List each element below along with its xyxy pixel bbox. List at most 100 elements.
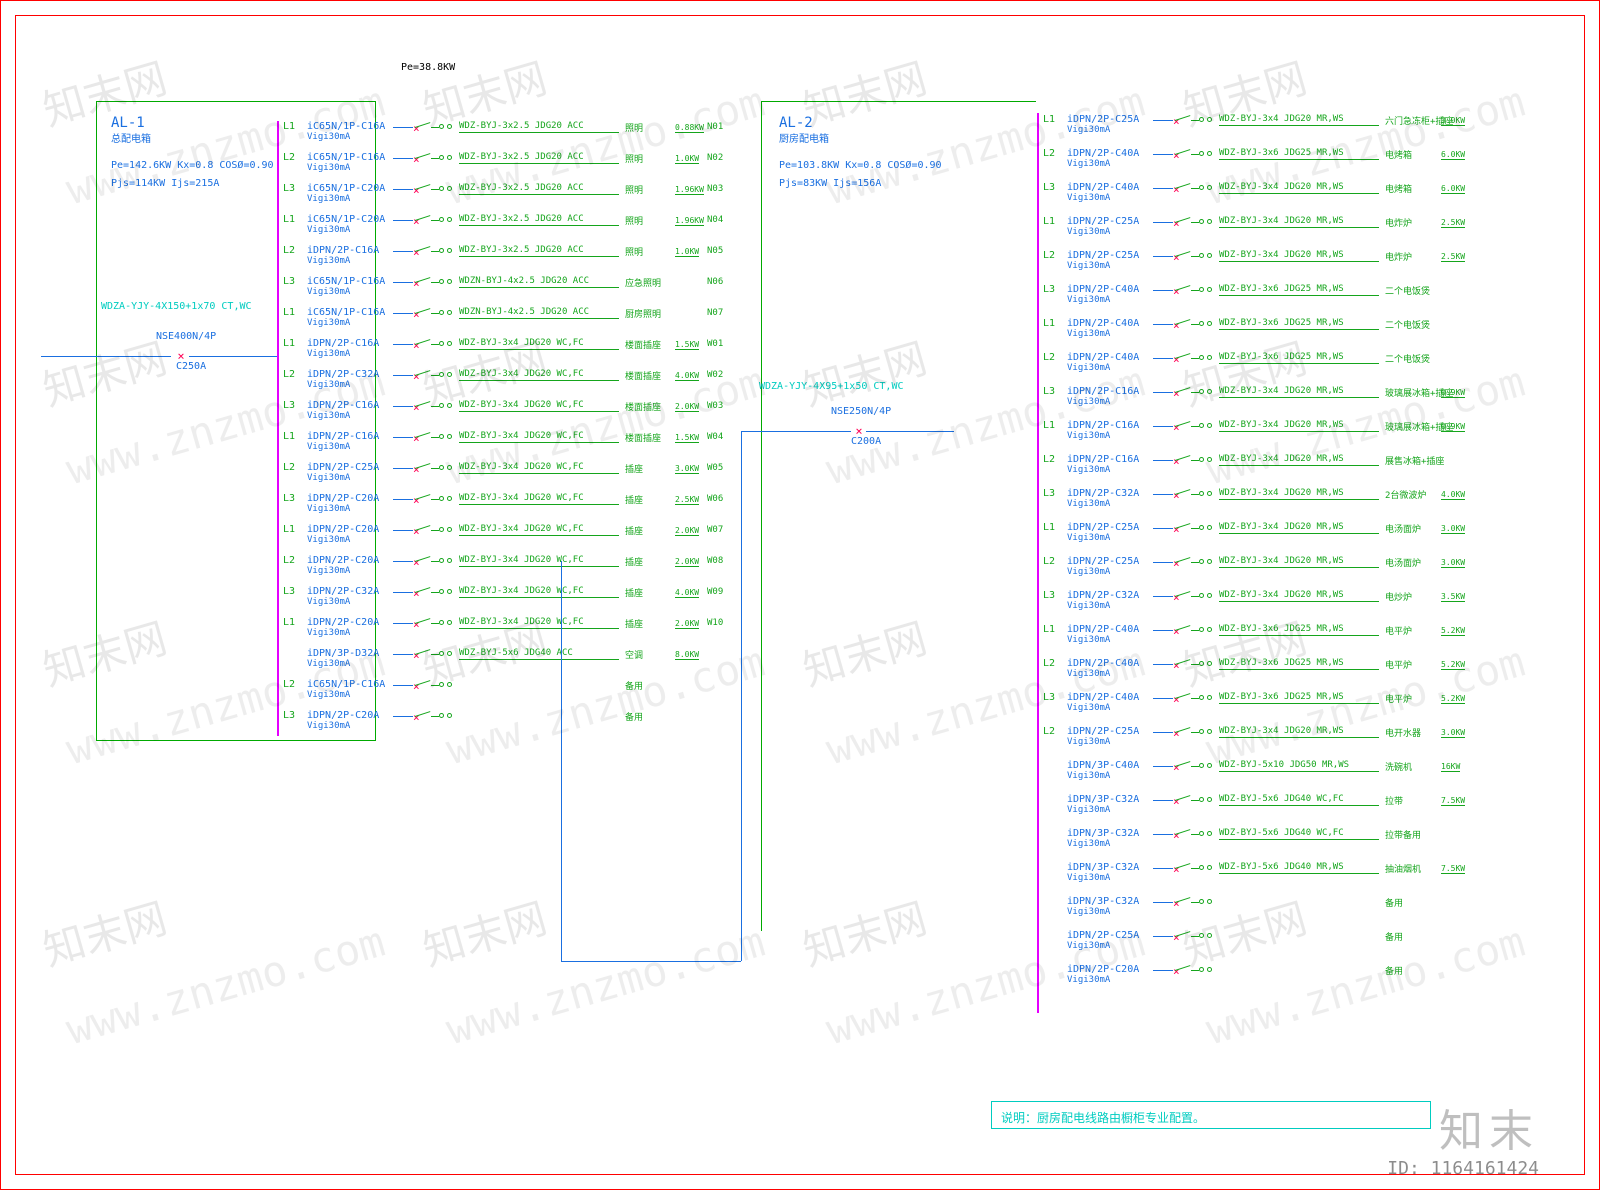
switch-line [1191,188,1199,189]
circuit-desc: 拉带 [1385,794,1403,807]
rcd-label: Vigi30mA [307,411,350,421]
cable-label: WDZ-BYJ-3x6 JDG25 MR,WS [1219,284,1344,294]
terminal-icon [1199,967,1204,972]
terminal-icon [1207,593,1212,598]
circuit-id: W04 [707,432,723,442]
stub-line [393,313,413,314]
terminal-icon [439,527,444,532]
circuit-desc: 电烤箱 [1385,148,1412,161]
terminal-icon [439,558,444,563]
cable-label: WDZ-BYJ-3x4 JDG20 WC,FC [459,431,584,441]
stub-line [1153,324,1173,325]
al2-busbar [1037,113,1039,1013]
rcd-label: Vigi30mA [307,225,350,235]
circuit-desc: 空调 [625,648,643,661]
rcd-label: Vigi30mA [1067,873,1110,883]
cable-label: WDZ-BYJ-3x4 JDG20 WC,FC [459,524,584,534]
cable-line [1219,363,1379,364]
circuit-id: W06 [707,494,723,504]
circuit-desc: 照明 [625,245,643,258]
switch-line [1191,664,1199,665]
power-label: 4.0KW [1441,490,1465,500]
rcd-label: Vigi30mA [1067,465,1110,475]
terminal-icon [1199,525,1204,530]
stub-line [1153,426,1173,427]
circuit-desc: 电炸炉 [1385,216,1412,229]
switch-line [431,716,439,717]
switch-line [1191,698,1199,699]
switch-line [1191,868,1199,869]
breaker-label: iDPN/2P-C25A [1067,216,1139,227]
cable-line [1219,805,1379,806]
terminal-icon [1199,899,1204,904]
breaker-label: iDPN/2P-C16A [307,338,379,349]
cable-line [459,163,619,164]
rcd-label: Vigi30mA [1067,703,1110,713]
power-label: 4.0KW [675,371,699,381]
circuit-desc: 二个电饭煲 [1385,318,1430,331]
cable-line [1219,159,1379,160]
switch-line [431,220,439,221]
switch-line [1191,834,1199,835]
stub-line [393,623,413,624]
rcd-label: Vigi30mA [307,287,350,297]
terminal-icon [447,496,452,501]
circuit-desc: 二个电饭煲 [1385,352,1430,365]
breaker-label: iC65N/1P-C16A [307,152,385,163]
circuit-desc: 厨房照明 [625,307,661,320]
rcd-label: Vigi30mA [1067,737,1110,747]
circuit-desc: 楼面插座 [625,369,661,382]
terminal-icon [1207,627,1212,632]
circuit-desc: 电平炉 [1385,658,1412,671]
breaker-label: iDPN/2P-C20A [307,555,379,566]
terminal-icon [1207,117,1212,122]
breaker-label: iDPN/2P-C25A [307,462,379,473]
terminal-icon [447,155,452,160]
breaker-label: iDPN/2P-C20A [307,493,379,504]
pe-label: Pe=38.8KW [401,61,455,75]
stub-line [393,251,413,252]
phase-label: L1 [283,121,307,132]
terminal-icon [1207,355,1212,360]
cable-line [1219,465,1379,466]
terminal-icon [1207,695,1212,700]
breaker-label: iDPN/3P-C32A [1067,896,1139,907]
phase-label: L2 [283,152,307,163]
brand-logo: 知末 [1439,1095,1539,1159]
terminal-icon [447,682,452,687]
switch-line [431,685,439,686]
al2-subtitle: 厨房配电箱 [779,133,829,147]
power-label: 1.5KW [675,433,699,443]
stub-line [1153,902,1173,903]
cable-line [1219,431,1379,432]
cable-label: WDZ-BYJ-3x4 JDG20 MR,WS [1219,216,1344,226]
switch-line [431,561,439,562]
terminal-icon [1207,185,1212,190]
switch-line [431,654,439,655]
breaker-label: iDPN/2P-C32A [1067,590,1139,601]
breaker-label: iDPN/2P-C32A [1067,488,1139,499]
cable-label: WDZ-BYJ-3x2.5 JDG20 ACC [459,152,584,162]
switch-line [1191,222,1199,223]
circuit-desc: 电平炉 [1385,692,1412,705]
circuit-desc: 应急照明 [625,276,661,289]
terminal-icon [439,589,444,594]
stub-line [1153,868,1173,869]
rcd-label: Vigi30mA [1067,567,1110,577]
switch-line [431,375,439,376]
terminal-icon [439,310,444,315]
al2-main-cb2: C200A [851,436,881,448]
al2-panel-box [761,101,1036,931]
rcd-label: Vigi30mA [307,132,350,142]
cable-label: WDZ-BYJ-3x4 JDG20 WC,FC [459,400,584,410]
phase-label: L2 [1043,454,1067,465]
cable-line [1219,737,1379,738]
circuit-desc: 照明 [625,183,643,196]
circuit-desc: 楼面插座 [625,400,661,413]
stub-line [1153,732,1173,733]
stub-line [1153,222,1173,223]
rcd-label: Vigi30mA [307,628,350,638]
rcd-label: Vigi30mA [307,597,350,607]
terminal-icon [1199,865,1204,870]
terminal-icon [1199,219,1204,224]
